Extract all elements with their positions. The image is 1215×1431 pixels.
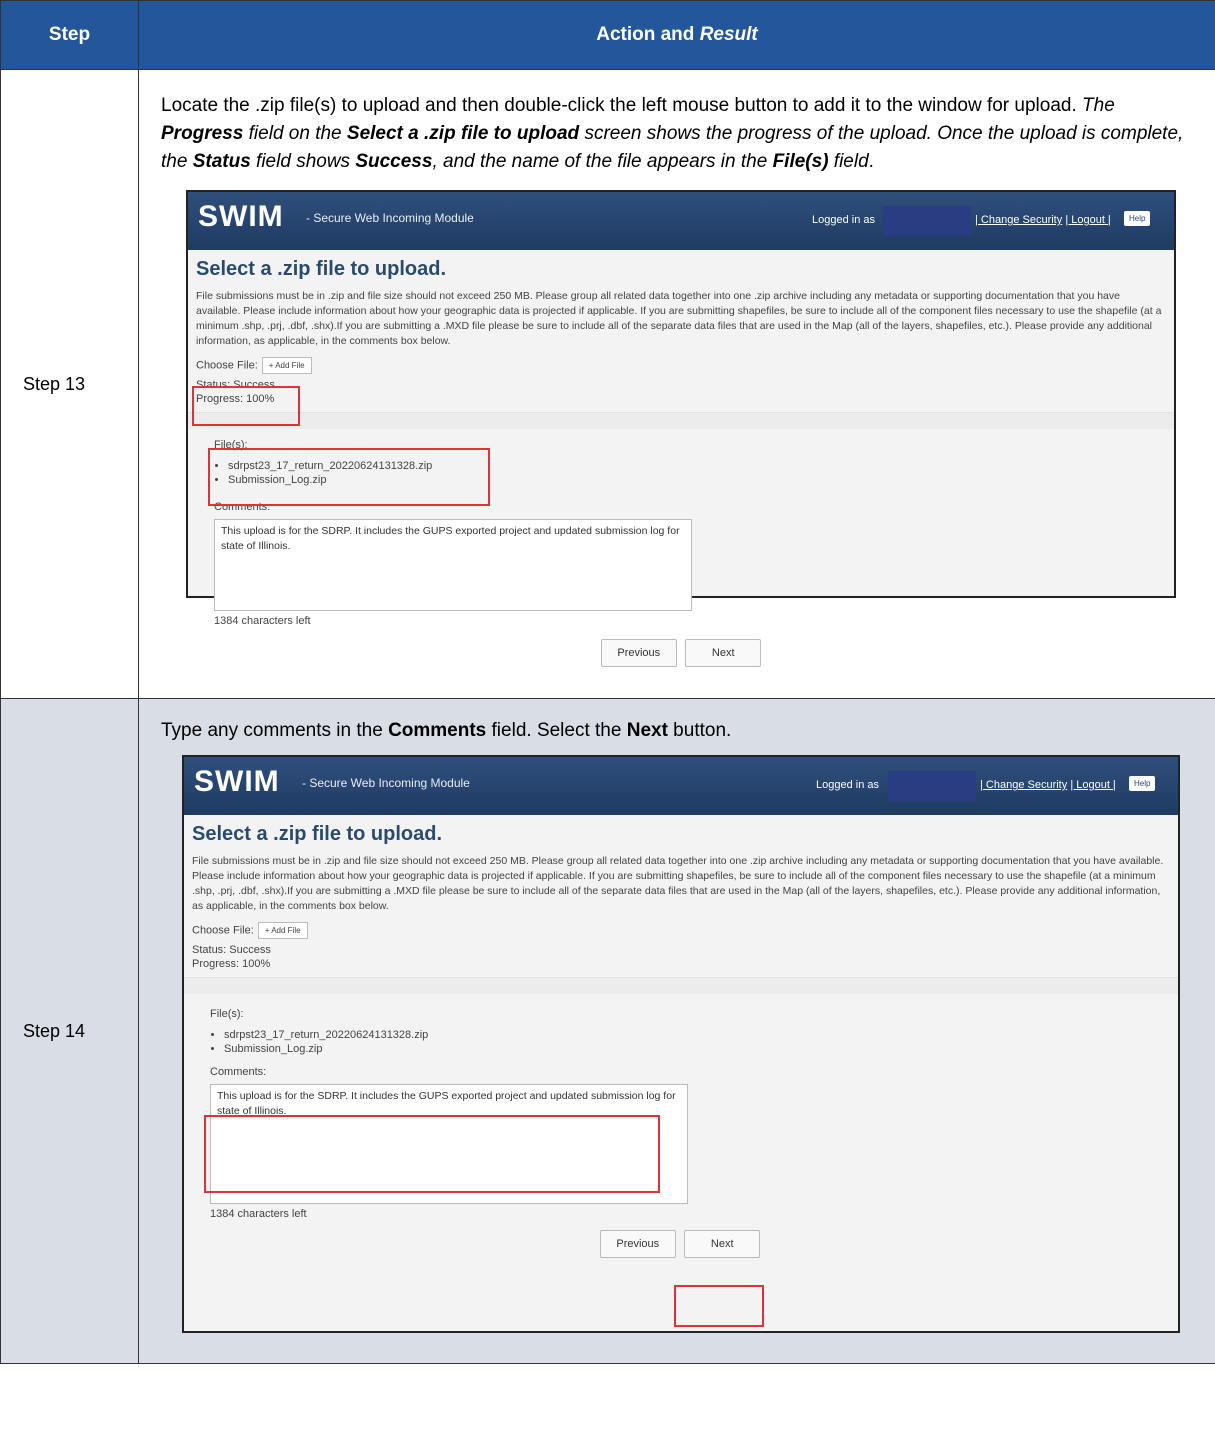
progress-text: Progress: 100% [192,958,271,970]
change-security-link[interactable]: | Change Security [980,779,1067,791]
files-highlight-box [208,448,490,506]
upload-status: Status: Success Progress: 100% [196,378,1166,406]
swim-tagline: - Secure Web Incoming Module [302,776,470,790]
file-item: sdrpst23_17_return_20220624131328.zip [224,1028,1170,1042]
divider-band [188,412,1174,429]
header-row: Step Action and Result [0,0,1215,70]
choose-file-row: Choose File: + Add File [192,922,1170,939]
next-button[interactable]: Next [684,1230,761,1258]
swim-header-bar: SWIM - Secure Web Incoming Module Logged… [184,757,1178,815]
logged-in-label: Logged in as [812,214,875,226]
file-item: Submission_Log.zip [224,1042,1170,1056]
previous-button[interactable]: Previous [600,639,677,667]
step-row-14: Step 14 Type any comments in the Comment… [0,698,1215,1364]
logout-link[interactable]: | Logout | [1070,779,1115,791]
characters-left: 1384 characters left [210,1208,307,1220]
logout-link[interactable]: | Logout | [1065,214,1110,226]
header-links: | Change Security | Logout | [975,214,1111,226]
files-block: File(s): sdrpst23_17_return_202206241313… [210,1008,1170,1056]
swim-screenshot: SWIM - Secure Web Incoming Module Logged… [182,755,1180,1333]
page-description: File submissions must be in .zip and fil… [192,855,1164,912]
page-description: File submissions must be in .zip and fil… [196,290,1162,347]
step-label: Step 14 [0,698,139,1364]
comments-highlight-box [204,1115,660,1193]
header-result: Result [699,24,758,45]
previous-button[interactable]: Previous [599,1230,676,1258]
step-label: Step 13 [0,69,139,699]
page-title: Select a .zip file to upload. [192,823,443,845]
redacted-username [883,206,971,236]
upload-status: Status: Success Progress: 100% [192,943,1170,971]
status-text: Status: Success [192,944,271,956]
swim-tagline: - Secure Web Incoming Module [306,211,474,225]
add-file-button[interactable]: + Add File [261,357,312,374]
swim-logo: SWIM [194,765,280,798]
nav-buttons: Previous Next [214,639,1166,673]
add-file-button[interactable]: + Add File [257,922,308,939]
step-instruction: Locate the .zip file(s) to upload and th… [161,95,1184,172]
step-content: Locate the .zip file(s) to upload and th… [138,69,1215,699]
header-links: | Change Security | Logout | [980,779,1116,791]
step-instruction: Type any comments in the Comments field.… [161,720,732,741]
characters-left: 1384 characters left [214,615,311,627]
header-action: Action and [596,24,700,45]
swim-screenshot: SWIM - Secure Web Incoming Module Logged… [186,190,1176,667]
help-button[interactable]: Help [1124,211,1151,226]
choose-file-row: Choose File: + Add File [196,357,1166,374]
next-highlight-box [674,1285,764,1327]
swim-page-body: Select a .zip file to upload. File submi… [184,815,1178,1264]
choose-file-label: Choose File: [196,359,258,372]
divider-band [184,977,1178,994]
file-list: sdrpst23_17_return_20220624131328.zip Su… [210,1028,1170,1056]
change-security-link[interactable]: | Change Security [975,214,1062,226]
step-row-13: Step 13 Locate the .zip file(s) to uploa… [0,69,1215,699]
comments-textarea[interactable]: This upload is for the SDRP. It includes… [214,519,692,611]
header-step: Step [0,0,139,70]
progress-text: Progress: 100% [196,393,275,405]
comments-label: Comments: [210,1066,267,1078]
steps-table: Step Action and Result Step 13 Locate th… [0,0,1215,1364]
next-button[interactable]: Next [685,639,762,667]
header-action-result: Action and Result [138,0,1215,70]
choose-file-label: Choose File: [192,924,254,937]
swim-logo: SWIM [198,200,284,233]
logged-in-label: Logged in as [816,779,879,791]
status-highlight-box [192,386,300,426]
redacted-username [888,771,976,801]
swim-header-bar: SWIM - Secure Web Incoming Module Logged… [188,192,1174,250]
status-text: Status: Success [196,379,275,391]
files-label: File(s): [210,1008,244,1020]
nav-buttons: Previous Next [210,1230,1170,1264]
page-title: Select a .zip file to upload. [196,258,447,280]
help-button[interactable]: Help [1129,776,1156,791]
step-content: Type any comments in the Comments field.… [138,698,1215,1364]
